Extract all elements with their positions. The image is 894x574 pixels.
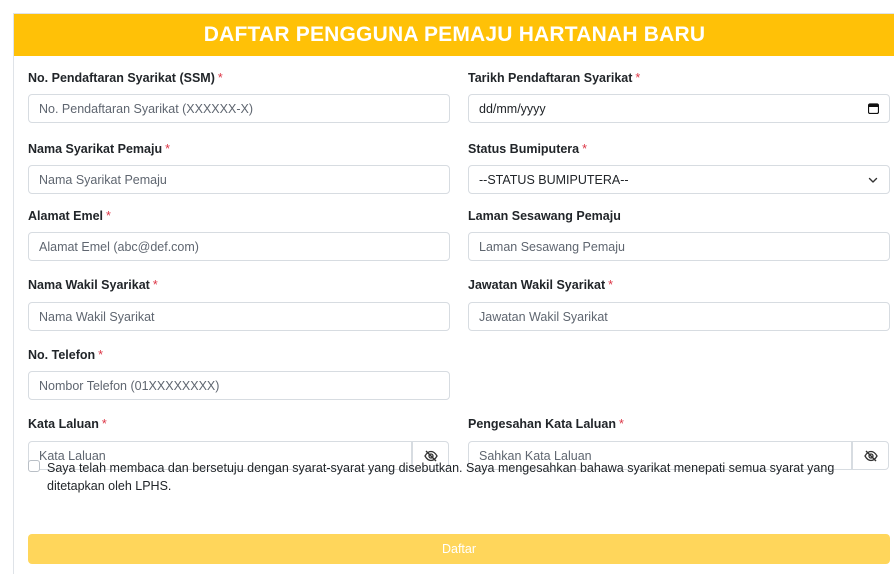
required-marker: * xyxy=(608,278,613,292)
password-label: Kata Laluan * xyxy=(28,417,107,431)
website-wrapper xyxy=(468,232,890,261)
form-header: DAFTAR PENGGUNA PEMAJU HARTANAH BARU xyxy=(14,14,894,56)
phone-input[interactable] xyxy=(39,372,449,399)
ssm-input[interactable] xyxy=(39,95,449,122)
company-name-label: Nama Syarikat Pemaju * xyxy=(28,142,170,156)
bumiputera-select[interactable]: --STATUS BUMIPUTERA-- xyxy=(468,165,890,194)
rep-name-label: Nama Wakil Syarikat * xyxy=(28,278,158,292)
reg-date-label: Tarikh Pendaftaran Syarikat * xyxy=(468,71,641,85)
chevron-down-icon xyxy=(868,177,878,183)
required-marker: * xyxy=(106,209,111,223)
rep-position-label: Jawatan Wakil Syarikat * xyxy=(468,278,613,292)
company-name-wrapper xyxy=(28,165,450,194)
email-label: Alamat Emel * xyxy=(28,209,111,223)
agreement-text: Saya telah membaca dan bersetuju dengan … xyxy=(47,461,835,493)
agreement-checkbox[interactable] xyxy=(28,460,40,472)
ssm-label: No. Pendaftaran Syarikat (SSM) * xyxy=(28,71,223,85)
required-marker: * xyxy=(98,348,104,362)
phone-wrapper xyxy=(28,371,450,400)
company-name-input[interactable] xyxy=(39,166,449,193)
email-wrapper xyxy=(28,232,450,261)
required-marker: * xyxy=(635,71,641,85)
bumiputera-label: Status Bumiputera * xyxy=(468,142,588,156)
rep-position-wrapper xyxy=(468,302,890,331)
required-marker: * xyxy=(101,417,107,431)
website-label: Laman Sesawang Pemaju xyxy=(468,209,621,223)
required-marker: * xyxy=(582,142,588,156)
rep-name-wrapper xyxy=(28,302,450,331)
ssm-input-wrapper xyxy=(28,94,450,123)
required-marker: * xyxy=(618,417,624,431)
phone-label: No. Telefon * xyxy=(28,348,104,362)
rep-name-input[interactable] xyxy=(39,303,449,330)
rep-position-input[interactable] xyxy=(479,303,889,330)
calendar-icon[interactable] xyxy=(868,103,879,114)
submit-button[interactable]: Daftar xyxy=(28,534,890,564)
password-confirm-label: Pengesahan Kata Laluan * xyxy=(468,417,624,431)
website-input[interactable] xyxy=(479,233,889,260)
reg-date-input[interactable]: dd/mm/yyyy xyxy=(468,94,890,123)
required-marker: * xyxy=(165,142,170,156)
email-input[interactable] xyxy=(39,233,449,260)
registration-form: DAFTAR PENGGUNA PEMAJU HARTANAH BARU No.… xyxy=(13,13,894,574)
required-marker: * xyxy=(217,71,223,85)
required-marker: * xyxy=(152,278,158,292)
